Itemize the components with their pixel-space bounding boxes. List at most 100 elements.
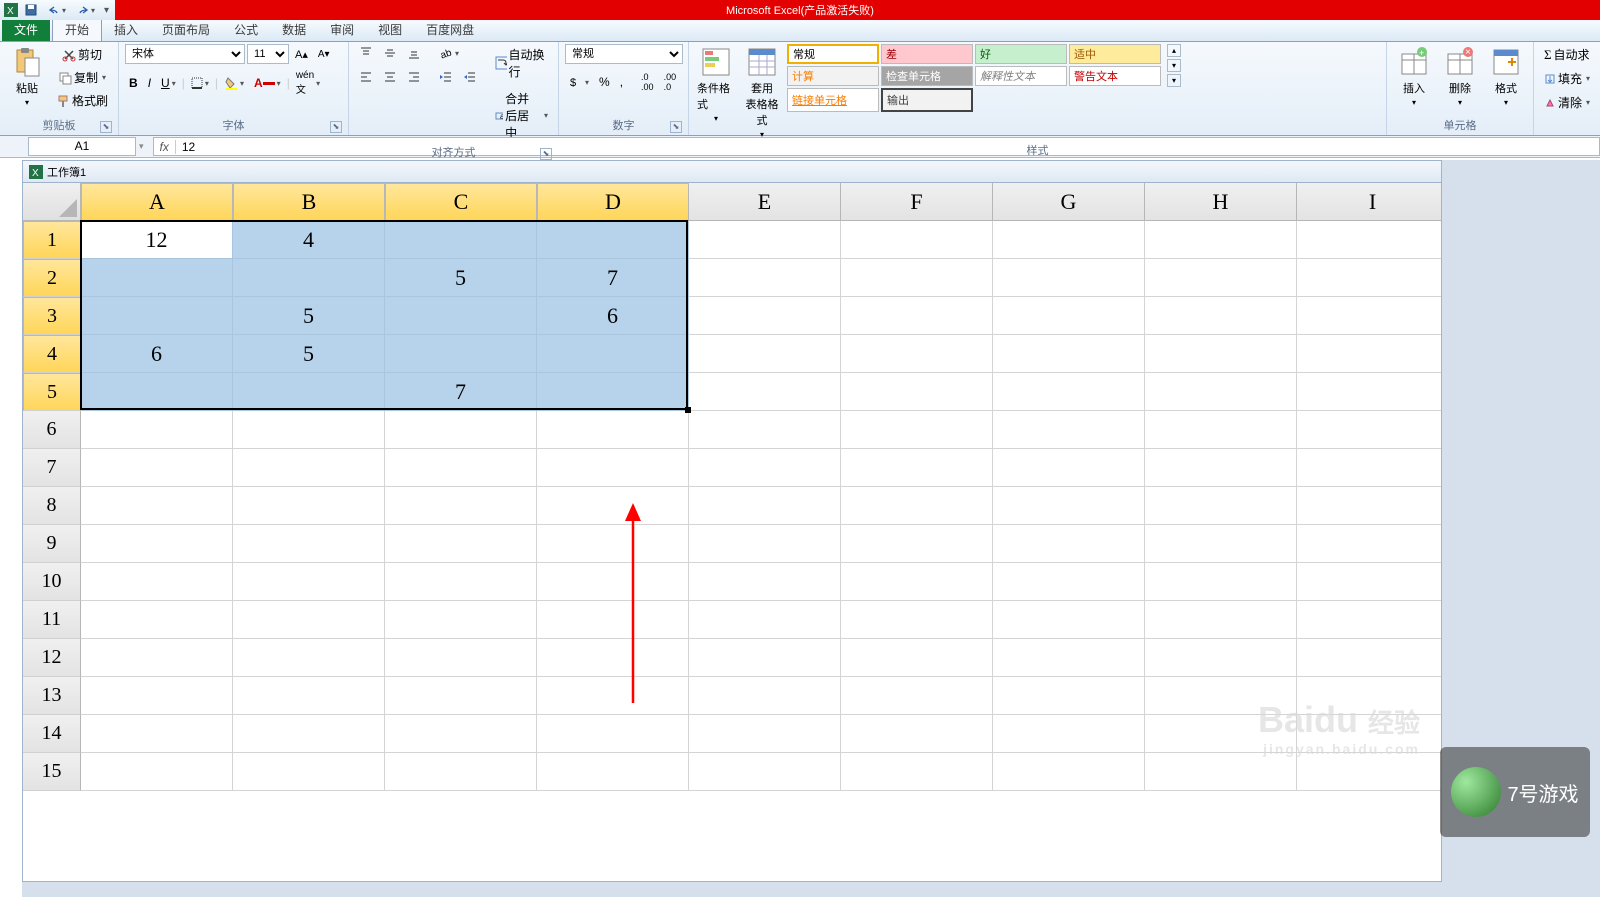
cell-C10[interactable] [385, 563, 537, 601]
qat-customize[interactable]: ▾ [102, 5, 111, 16]
cell-B9[interactable] [233, 525, 385, 563]
cell-H4[interactable] [1145, 335, 1297, 373]
cell-G8[interactable] [993, 487, 1145, 525]
cell-G4[interactable] [993, 335, 1145, 373]
cell-C12[interactable] [385, 639, 537, 677]
cell-B3[interactable]: 5 [233, 297, 385, 335]
styles-scroll-down[interactable]: ▾ [1167, 59, 1181, 72]
cell-H1[interactable] [1145, 221, 1297, 259]
insert-cells-button[interactable]: +插入▾ [1393, 44, 1435, 109]
cell-D5[interactable] [537, 373, 689, 411]
cell-C2[interactable]: 5 [385, 259, 537, 297]
cell-A2[interactable] [81, 259, 233, 297]
cell-H9[interactable] [1145, 525, 1297, 563]
cell-D6[interactable] [537, 411, 689, 449]
cell-C4[interactable] [385, 335, 537, 373]
cell-A13[interactable] [81, 677, 233, 715]
cell-E9[interactable] [689, 525, 841, 563]
cell-A8[interactable] [81, 487, 233, 525]
cell-H3[interactable] [1145, 297, 1297, 335]
cell-G11[interactable] [993, 601, 1145, 639]
style-link[interactable]: 链接单元格 [787, 88, 879, 112]
cell-I4[interactable] [1297, 335, 1442, 373]
cell-F1[interactable] [841, 221, 993, 259]
cell-D7[interactable] [537, 449, 689, 487]
col-header-C[interactable]: C [385, 183, 537, 221]
col-header-B[interactable]: B [233, 183, 385, 221]
cell-B12[interactable] [233, 639, 385, 677]
paste-button[interactable]: 粘贴 ▾ [6, 44, 48, 109]
cell-E14[interactable] [689, 715, 841, 753]
cell-F8[interactable] [841, 487, 993, 525]
cell-F4[interactable] [841, 335, 993, 373]
tab-view[interactable]: 视图 [366, 18, 414, 41]
select-all-corner[interactable] [23, 183, 81, 221]
tab-review[interactable]: 审阅 [318, 18, 366, 41]
border-button[interactable] [187, 75, 213, 91]
wrap-text-button[interactable]: 自动换行 [491, 44, 552, 82]
cell-B1[interactable]: 4 [233, 221, 385, 259]
align-bottom-button[interactable] [403, 44, 425, 62]
cell-I1[interactable] [1297, 221, 1442, 259]
cell-C6[interactable] [385, 411, 537, 449]
cell-H5[interactable] [1145, 373, 1297, 411]
cells-area[interactable]: 1245756657 [81, 221, 1442, 791]
cell-D12[interactable] [537, 639, 689, 677]
cell-B4[interactable]: 5 [233, 335, 385, 373]
table-format-button[interactable]: 套用 表格格式▾ [741, 44, 783, 141]
cell-C5[interactable]: 7 [385, 373, 537, 411]
cell-G14[interactable] [993, 715, 1145, 753]
style-normal[interactable]: 常规 [787, 44, 879, 64]
decrease-font-button[interactable]: A▾ [314, 47, 334, 62]
row-header-6[interactable]: 6 [23, 411, 81, 449]
row-header-9[interactable]: 9 [23, 525, 81, 563]
styles-scroll-up[interactable]: ▴ [1167, 44, 1181, 57]
style-good[interactable]: 好 [975, 44, 1067, 64]
cell-E10[interactable] [689, 563, 841, 601]
cell-I5[interactable] [1297, 373, 1442, 411]
cell-I2[interactable] [1297, 259, 1442, 297]
cell-C3[interactable] [385, 297, 537, 335]
row-header-10[interactable]: 10 [23, 563, 81, 601]
cell-G15[interactable] [993, 753, 1145, 791]
tab-insert[interactable]: 插入 [102, 18, 150, 41]
cell-F12[interactable] [841, 639, 993, 677]
name-box[interactable]: A1 [28, 137, 136, 156]
save-button[interactable] [21, 2, 41, 18]
cell-A6[interactable] [81, 411, 233, 449]
increase-font-button[interactable]: A▴ [291, 46, 312, 63]
cell-D1[interactable] [537, 221, 689, 259]
cell-F9[interactable] [841, 525, 993, 563]
row-header-1[interactable]: 1 [23, 221, 81, 259]
cell-E15[interactable] [689, 753, 841, 791]
cell-B8[interactable] [233, 487, 385, 525]
cell-A12[interactable] [81, 639, 233, 677]
decrease-decimal-button[interactable]: .00.0 [660, 70, 681, 94]
cell-H8[interactable] [1145, 487, 1297, 525]
cell-H6[interactable] [1145, 411, 1297, 449]
cell-I10[interactable] [1297, 563, 1442, 601]
cell-A7[interactable] [81, 449, 233, 487]
cell-C15[interactable] [385, 753, 537, 791]
cell-G5[interactable] [993, 373, 1145, 411]
cell-I8[interactable] [1297, 487, 1442, 525]
cell-F5[interactable] [841, 373, 993, 411]
cell-A14[interactable] [81, 715, 233, 753]
cell-G13[interactable] [993, 677, 1145, 715]
undo-button[interactable] [44, 3, 70, 17]
style-check-cell[interactable]: 检查单元格 [881, 66, 973, 86]
tab-file[interactable]: 文件 [2, 18, 50, 41]
col-header-D[interactable]: D [537, 183, 689, 221]
merge-center-button[interactable]: a合并后居中 [491, 88, 552, 143]
row-header-13[interactable]: 13 [23, 677, 81, 715]
cell-I13[interactable] [1297, 677, 1442, 715]
cell-D4[interactable] [537, 335, 689, 373]
cell-A3[interactable] [81, 297, 233, 335]
cell-B13[interactable] [233, 677, 385, 715]
cell-H15[interactable] [1145, 753, 1297, 791]
style-output[interactable]: 输出 [881, 88, 973, 112]
cell-E2[interactable] [689, 259, 841, 297]
col-header-H[interactable]: H [1145, 183, 1297, 221]
cell-E5[interactable] [689, 373, 841, 411]
italic-button[interactable]: I [144, 74, 155, 92]
